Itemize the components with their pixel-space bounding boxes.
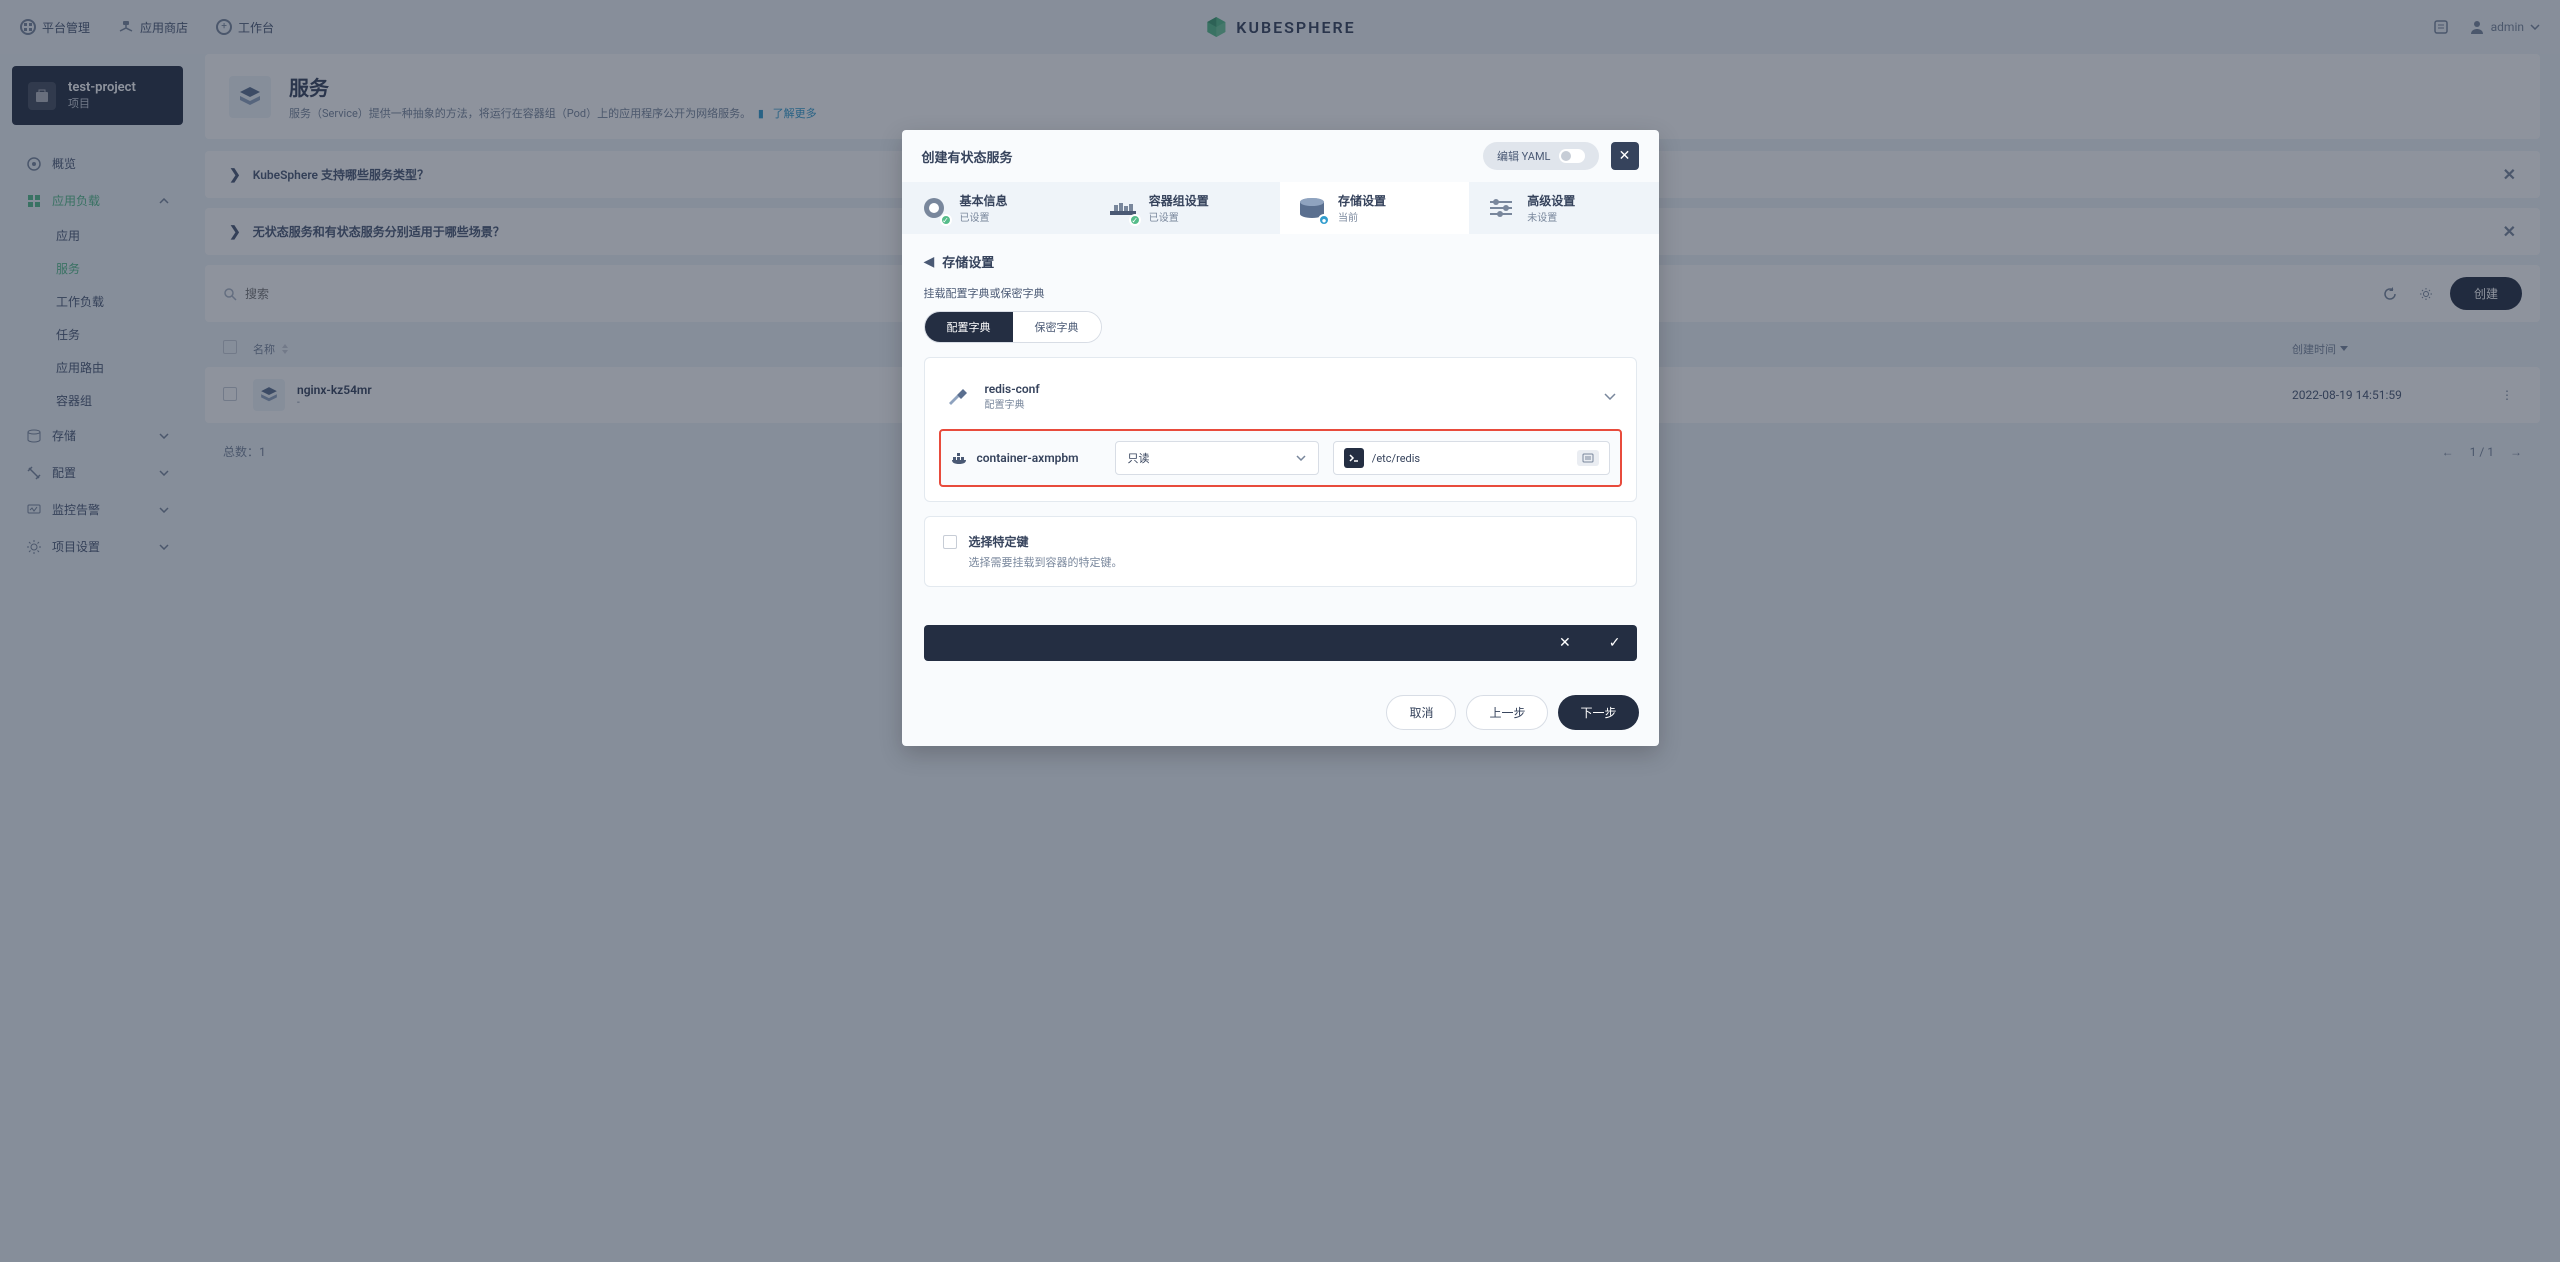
toggle-pill-icon [1559,149,1585,163]
action-bar: ✕ ✓ [924,625,1637,661]
mount-label: 挂载配置字典或保密字典 [924,285,1637,301]
step-pod-settings[interactable]: ✓ 容器组设置 已设置 [1091,182,1280,234]
config-sub: 配置字典 [985,396,1040,411]
config-select-row[interactable]: redis-conf 配置字典 [939,372,1622,421]
container-name: container-axmpbm [977,451,1079,465]
key-select-title: 选择特定键 [969,533,1123,550]
step-basic-info[interactable]: ✓ 基本信息 已设置 [902,182,1091,234]
dict-type-toggle: 配置字典 保密字典 [924,311,1102,343]
key-select-desc: 选择需要挂载到容器的特定键。 [969,554,1123,570]
modal-close-button[interactable]: ✕ [1611,142,1639,170]
chevron-down-icon[interactable] [1604,393,1616,400]
modal-footer: 取消 上一步 下一步 [902,679,1659,746]
mount-path-input-wrap [1333,441,1610,475]
chevron-down-icon [1296,455,1306,461]
confirm-action-icon[interactable]: ✓ [1609,635,1621,651]
body-title: 存储设置 [942,252,994,271]
config-card: redis-conf 配置字典 container-axmpbm 只读 [924,357,1637,502]
storage-step-icon: ● [1296,192,1328,224]
next-button[interactable]: 下一步 [1558,695,1638,730]
modal-overlay: 创建有状态服务 编辑 YAML ✕ ✓ 基本信息 已设置 [0,0,2560,1262]
step-tabs: ✓ 基本信息 已设置 ✓ 容器组设置 已设置 [902,182,1659,234]
readonly-dropdown[interactable]: 只读 [1115,441,1319,475]
pill-configmap[interactable]: 配置字典 [925,312,1013,342]
mount-config-row: container-axmpbm 只读 [939,429,1622,487]
yaml-toggle[interactable]: 编辑 YAML [1483,142,1599,170]
basic-info-icon: ✓ [918,192,950,224]
key-select-card: 选择特定键 选择需要挂载到容器的特定键。 [924,516,1637,587]
cancel-button[interactable]: 取消 [1386,695,1456,730]
step-advanced-settings[interactable]: 高级设置 未设置 [1469,182,1658,234]
advanced-icon [1485,192,1517,224]
mount-path-input[interactable] [1372,452,1569,465]
subpath-icon[interactable] [1577,450,1599,466]
step-storage-settings[interactable]: ● 存储设置 当前 [1280,182,1469,234]
cancel-action-icon[interactable]: ✕ [1559,635,1571,651]
pill-secret[interactable]: 保密字典 [1013,312,1101,342]
key-select-checkbox[interactable] [943,535,957,549]
hammer-icon [945,383,973,411]
modal-title: 创建有状态服务 [922,147,1013,166]
back-arrow-icon[interactable]: ◀ [924,254,935,270]
pod-icon: ✓ [1107,192,1139,224]
config-name: redis-conf [985,382,1040,396]
terminal-icon [1344,448,1364,468]
create-service-modal: 创建有状态服务 编辑 YAML ✕ ✓ 基本信息 已设置 [902,130,1659,746]
docker-icon [951,451,969,465]
prev-button[interactable]: 上一步 [1466,695,1548,730]
